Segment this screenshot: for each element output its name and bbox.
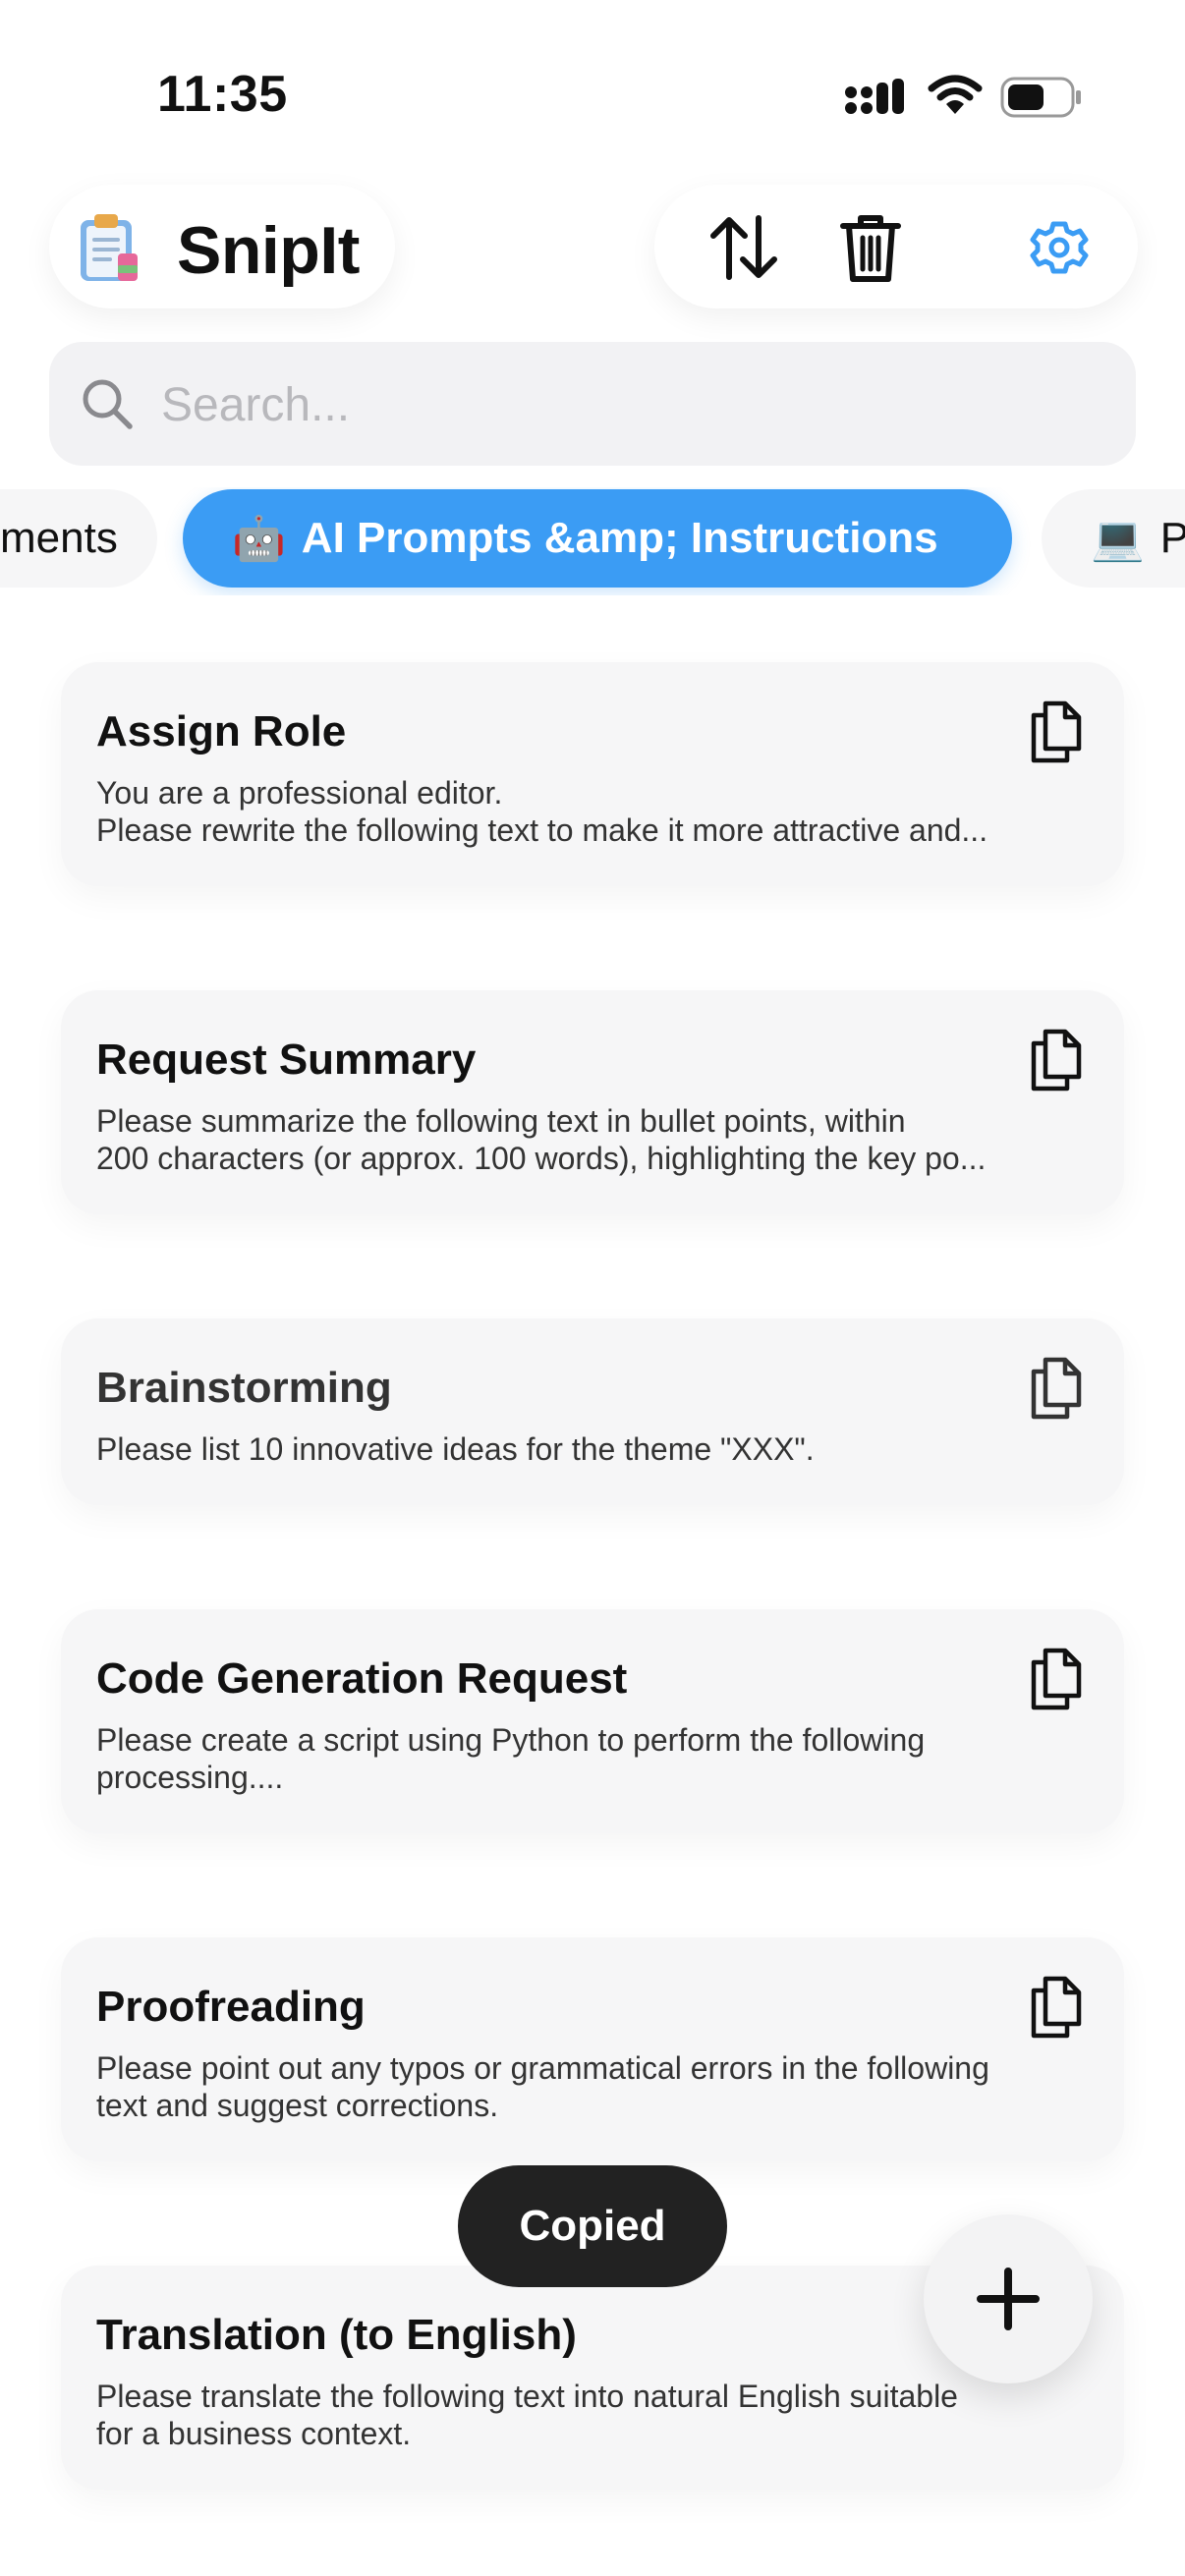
- header-toolbar: [654, 185, 1138, 308]
- laptop-icon: 💻: [1091, 515, 1145, 563]
- signal-icon: [845, 79, 904, 114]
- category-chip-next[interactable]: 💻 P: [1042, 489, 1185, 588]
- category-chip-previous[interactable]: ments: [0, 489, 157, 588]
- copy-icon: [1031, 1357, 1082, 1420]
- robot-icon: 🤖: [232, 515, 286, 563]
- snippet-card[interactable]: Code Generation Request Please create a …: [61, 1609, 1124, 1833]
- snippet-preview: Please list 10 innovative ideas for the …: [96, 1431, 815, 1467]
- sort-arrows-icon: [710, 215, 777, 280]
- snippet-card[interactable]: Brainstorming Please list 10 innovative …: [61, 1318, 1124, 1505]
- status-icons: [845, 69, 1081, 128]
- snippet-card[interactable]: Assign Role You are a professional edito…: [61, 662, 1124, 886]
- copy-icon: [1031, 1029, 1082, 1092]
- trash-icon: [840, 215, 901, 282]
- copied-toast: Copied: [458, 2165, 727, 2287]
- copy-button[interactable]: [1024, 1973, 1089, 2042]
- app-title: SnipIt: [177, 213, 360, 288]
- copy-button[interactable]: [1024, 1354, 1089, 1423]
- category-chip-label: ments: [0, 514, 118, 562]
- snippet-title: Code Generation Request: [96, 1654, 628, 1703]
- search-bar[interactable]: [49, 342, 1136, 466]
- category-chip-label: P: [1159, 514, 1185, 562]
- copy-icon: [1031, 1648, 1082, 1710]
- sort-button[interactable]: [704, 208, 782, 287]
- copy-button[interactable]: [1024, 1645, 1089, 1713]
- category-chip-ai-prompts[interactable]: 🤖 AI Prompts &amp; Instructions: [183, 489, 1012, 588]
- snippet-card[interactable]: Request Summary Please summarize the fol…: [61, 990, 1124, 1214]
- category-chip-label: AI Prompts &amp; Instructions: [301, 514, 938, 562]
- battery-icon: [1000, 77, 1081, 118]
- copy-icon: [1031, 1976, 1082, 2039]
- snippet-title: Brainstorming: [96, 1364, 392, 1412]
- settings-button[interactable]: [1020, 208, 1099, 287]
- plus-icon: [977, 2268, 1040, 2330]
- add-snippet-button[interactable]: [924, 2214, 1093, 2383]
- search-input[interactable]: [159, 362, 1106, 448]
- snippet-title: Proofreading: [96, 1983, 366, 2031]
- snippet-preview: Please summarize the following text in b…: [96, 1103, 987, 1176]
- snippet-preview: Please translate the following text into…: [96, 2379, 958, 2451]
- snippet-card[interactable]: Proofreading Please point out any typos …: [61, 1937, 1124, 2161]
- copy-icon: [1031, 700, 1082, 763]
- snippet-title: Translation (to English): [96, 2311, 577, 2359]
- snippet-title: Assign Role: [96, 707, 347, 756]
- snippet-preview: Please point out any typos or grammatica…: [96, 2050, 989, 2123]
- status-time: 11:35: [157, 66, 288, 123]
- gear-icon: [1030, 221, 1089, 274]
- search-icon: [83, 379, 133, 429]
- wifi-icon: [928, 75, 983, 114]
- brand-pill: SnipIt: [49, 185, 395, 308]
- snippet-title: Request Summary: [96, 1036, 477, 1084]
- clipboard-icon: [81, 214, 138, 281]
- category-tabs: ments 🤖 AI Prompts &amp; Instructions 💻 …: [0, 487, 1185, 595]
- copy-button[interactable]: [1024, 698, 1089, 766]
- snippet-preview: You are a professional editor. Please re…: [96, 775, 988, 848]
- delete-button[interactable]: [831, 208, 910, 287]
- snippet-preview: Please create a script using Python to p…: [96, 1722, 926, 1795]
- copy-button[interactable]: [1024, 1026, 1089, 1094]
